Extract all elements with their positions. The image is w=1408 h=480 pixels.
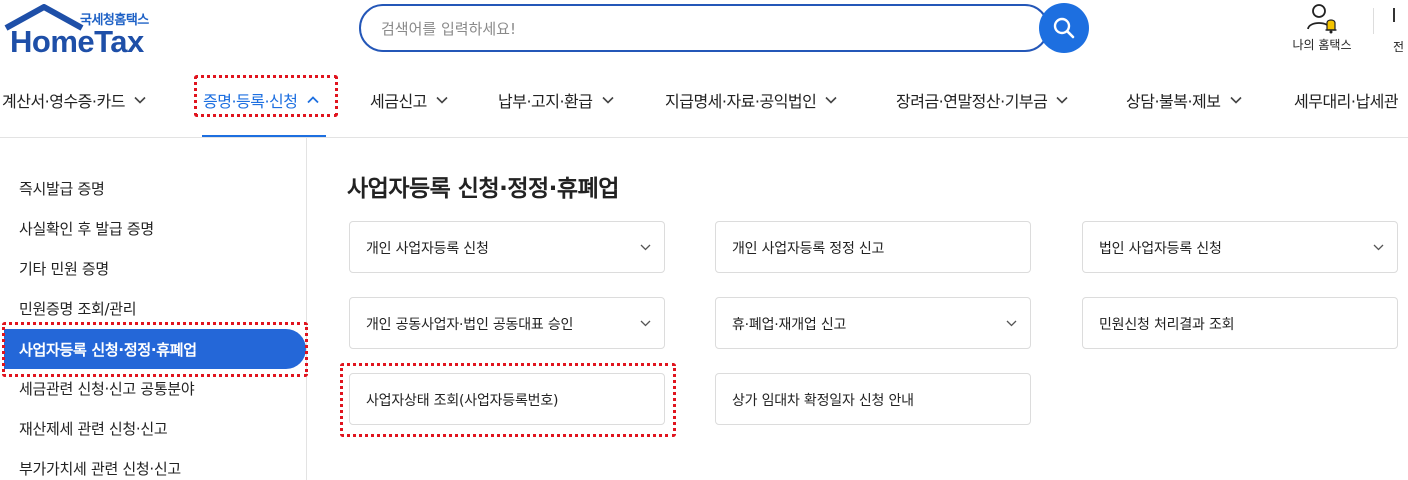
chevron-down-icon (1056, 96, 1068, 104)
my-hometax-label: 나의 홈택스 (1292, 38, 1352, 52)
sidebar-item-tax-common[interactable]: 세금관련 신청·신고 공통분야 (0, 368, 306, 408)
search-button[interactable] (1039, 3, 1089, 53)
chevron-down-icon (825, 96, 837, 104)
header-divider (1373, 8, 1374, 34)
gnb-item-label: 세금신고 (370, 92, 427, 111)
gnb-item-label: 지급명세·자료·공익법인 (665, 92, 817, 111)
sidebar-item-verified-cert[interactable]: 사실확인 후 발급 증명 (0, 208, 306, 248)
chevron-down-icon (640, 320, 651, 327)
card-label: 민원신청 처리결과 조회 (1099, 317, 1235, 333)
card-label: 개인 사업자등록 정정 신고 (732, 241, 885, 257)
card-corporate-registration[interactable]: 법인 사업자등록 신청 (1082, 221, 1398, 273)
card-individual-correction[interactable]: 개인 사업자등록 정정 신고 (715, 221, 1031, 273)
chevron-down-icon (1229, 96, 1242, 104)
card-label: 사업자상태 조회(사업자등록번호) (366, 393, 559, 409)
sidebar-item-label: 부가가치세 관련 신청·신고 (19, 459, 181, 478)
sidebar-item-label: 재산제세 관련 신청·신고 (19, 419, 168, 438)
sidebar-item-label: 사업자등록 신청·정정·휴폐업 (19, 340, 197, 359)
chevron-down-icon (1006, 320, 1017, 327)
chevron-down-icon (436, 96, 448, 104)
gnb-item-consult[interactable]: 상담·불복·제보 (1126, 88, 1242, 112)
gnb-item-label: 증명·등록·신청 (203, 92, 298, 111)
card-label: 법인 사업자등록 신청 (1099, 241, 1222, 257)
sidebar-item-vat[interactable]: 부가가치세 관련 신청·신고 (0, 448, 306, 480)
gnb-item-agent[interactable]: 세무대리·납세관 (1294, 88, 1399, 112)
sidebar-item-label: 즉시발급 증명 (19, 179, 105, 198)
menu-icon (1393, 8, 1397, 22)
sidebar-item-business-registration[interactable]: 사업자등록 신청·정정·휴폐업 (4, 329, 306, 369)
sidebar-item-other-cert[interactable]: 기타 민원 증명 (0, 248, 306, 288)
all-menu-label: 전 (1393, 40, 1405, 54)
sidebar-item-label: 기타 민원 증명 (19, 259, 109, 278)
gnb-item-label: 장려금·연말정산·기부금 (896, 92, 1048, 111)
card-business-status[interactable]: 사업자상태 조회(사업자등록번호) (349, 373, 665, 425)
search-input[interactable] (381, 17, 981, 41)
chevron-down-icon (640, 244, 651, 251)
my-hometax-button[interactable]: 나의 홈택스 (1284, 2, 1360, 56)
gnb-item-label: 납부·고지·환급 (498, 92, 593, 111)
gnb-item-incentive[interactable]: 장려금·연말정산·기부금 (896, 88, 1068, 112)
gnb-item-payment[interactable]: 납부·고지·환급 (498, 88, 614, 112)
gnb-item-label: 상담·불복·제보 (1126, 92, 1221, 111)
card-individual-registration[interactable]: 개인 사업자등록 신청 (349, 221, 665, 273)
chevron-down-icon (1373, 244, 1384, 251)
card-joint-approval[interactable]: 개인 공동사업자·법인 공동대표 승인 (349, 297, 665, 349)
card-lease-date[interactable]: 상가 임대차 확정일자 신청 안내 (715, 373, 1031, 425)
card-application-result[interactable]: 민원신청 처리결과 조회 (1082, 297, 1398, 349)
hometax-logo[interactable]: 국세청홈택스 HomeTax (4, 4, 164, 59)
sidebar-item-label: 사실확인 후 발급 증명 (19, 219, 154, 238)
gnb-item-invoice[interactable]: 계산서·영수증·카드 (2, 88, 146, 112)
sidebar-item-instant-cert[interactable]: 즉시발급 증명 (0, 168, 306, 208)
sidebar-item-label: 민원증명 조회/관리 (19, 299, 137, 318)
search-icon (1053, 17, 1075, 39)
sidebar: 즉시발급 증명 사실확인 후 발급 증명 기타 민원 증명 민원증명 조회/관리… (0, 138, 307, 480)
sidebar-item-property-tax[interactable]: 재산제세 관련 신청·신고 (0, 408, 306, 448)
card-closure-report[interactable]: 휴·폐업·재개업 신고 (715, 297, 1031, 349)
gnb-item-certificate[interactable]: 증명·등록·신청 (203, 88, 319, 112)
card-label: 개인 공동사업자·법인 공동대표 승인 (366, 317, 574, 333)
chevron-down-icon (134, 96, 146, 104)
user-bell-icon (1307, 4, 1337, 34)
card-label: 상가 임대차 확정일자 신청 안내 (732, 393, 914, 409)
page-title: 사업자등록 신청·정정·휴폐업 (347, 176, 619, 202)
gnb-item-label: 계산서·영수증·카드 (2, 92, 125, 111)
all-menu-button[interactable]: 전 (1390, 2, 1408, 56)
chevron-down-icon (601, 96, 614, 104)
sidebar-item-label: 세금관련 신청·신고 공통분야 (19, 379, 195, 398)
sidebar-item-cert-manage[interactable]: 민원증명 조회/관리 (0, 288, 306, 328)
gnb-item-statement[interactable]: 지급명세·자료·공익법인 (665, 88, 837, 112)
card-label: 휴·폐업·재개업 신고 (732, 317, 847, 333)
gnb-item-tax-report[interactable]: 세금신고 (370, 88, 448, 112)
card-label: 개인 사업자등록 신청 (366, 241, 489, 257)
gnb-item-label: 세무대리·납세관 (1294, 92, 1399, 111)
chevron-up-icon (306, 96, 319, 104)
logo-title: HomeTax (10, 24, 144, 59)
global-nav: 계산서·영수증·카드 증명·등록·신청 세금신고 납부·고지·환급 지급명세·자… (0, 72, 1408, 138)
search-bar (359, 4, 1049, 52)
